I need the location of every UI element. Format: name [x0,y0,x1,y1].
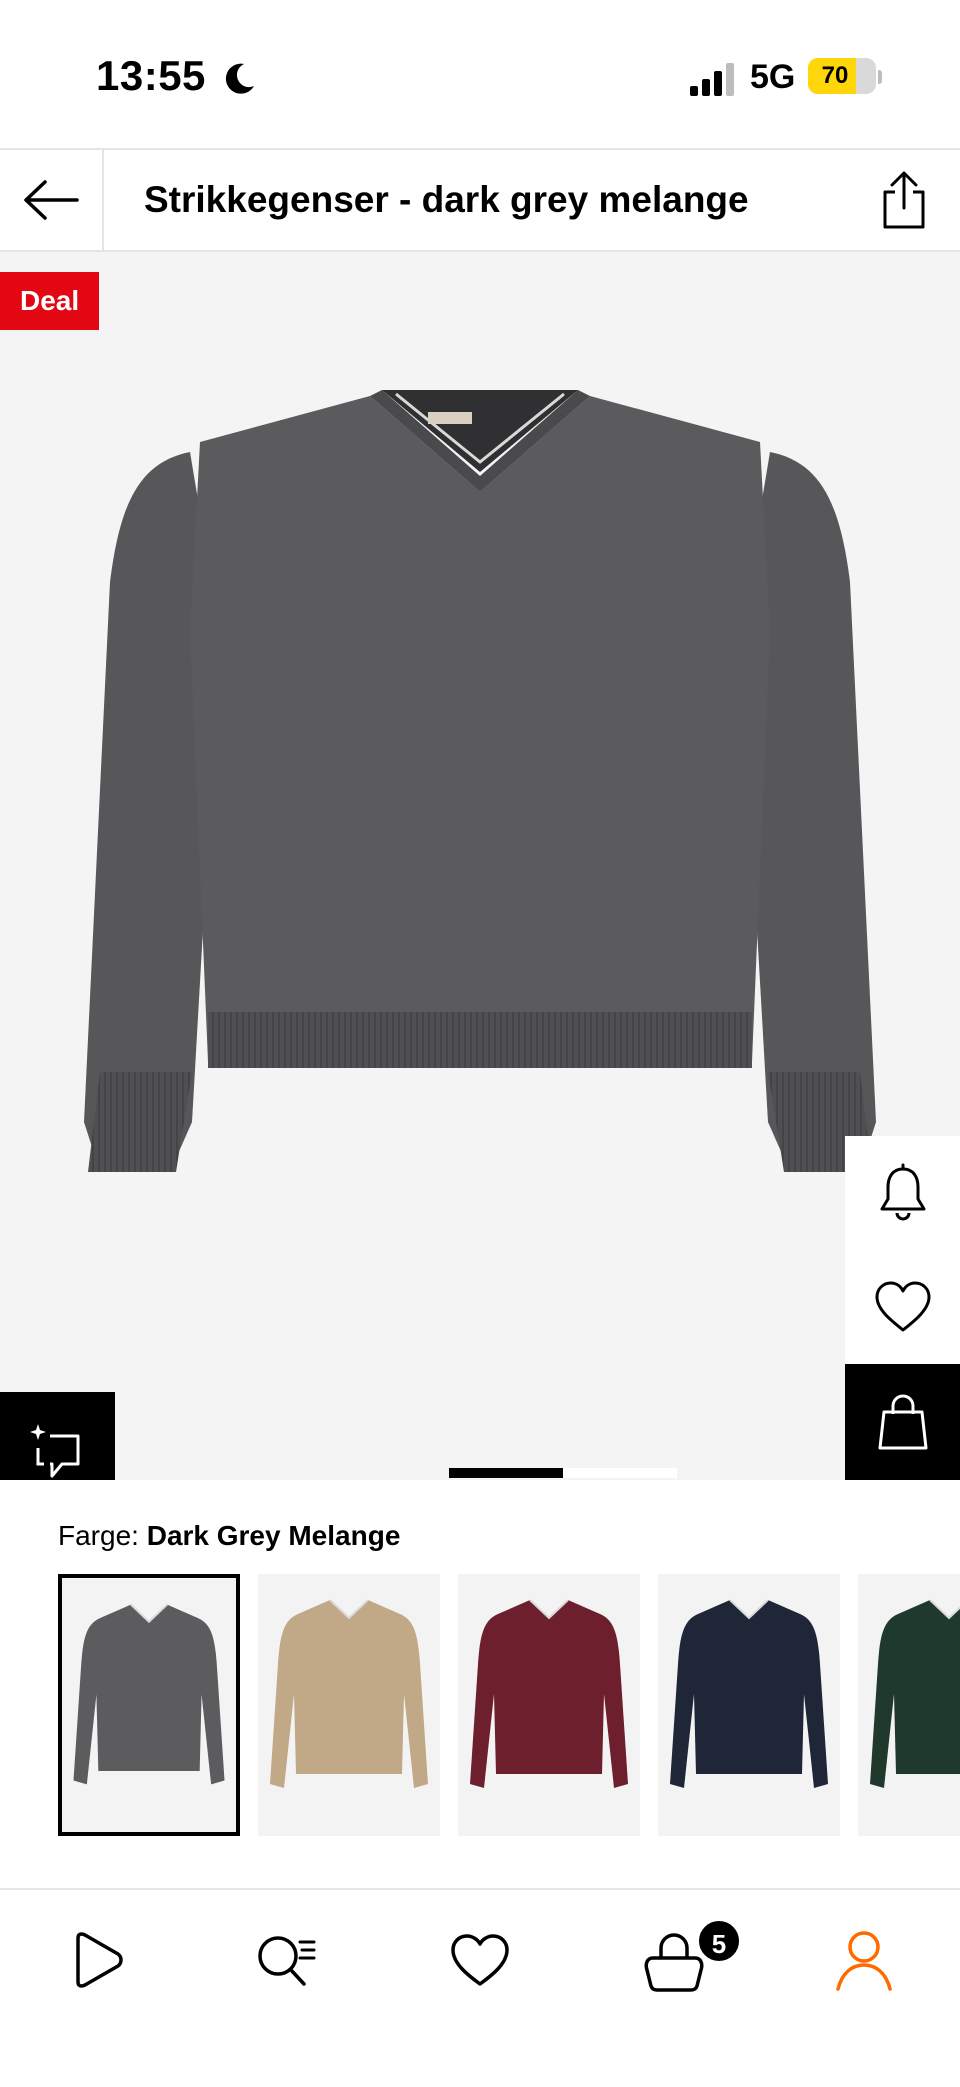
swatch-sweater-image [73,1603,225,1785]
deal-badge: Deal [0,272,100,330]
notify-button[interactable] [845,1136,960,1250]
pager-segment [677,1468,787,1478]
wishlist-icon [451,1934,509,1986]
bag-icon [878,1394,927,1450]
share-icon [883,171,925,229]
add-to-bag-button[interactable] [845,1364,960,1480]
nav-wishlist[interactable] [440,1920,520,2000]
color-label: Farge: Dark Grey Melange [58,1520,400,1552]
profile-icon [836,1931,892,1991]
status-time: 13:55 [96,52,206,99]
selected-color-name: Dark Grey Melange [146,1520,401,1551]
share-button[interactable] [872,168,936,232]
sweater-image [84,390,876,1172]
heart-icon [875,1281,930,1332]
color-swatches [0,1574,960,1836]
swatch-sweater-image [870,1599,960,1788]
pager-segment [563,1468,677,1478]
color-swatch[interactable] [258,1574,440,1836]
battery-level: 70 [821,62,849,89]
cart-count-badge: 5 [696,1918,742,1964]
nav-search[interactable] [246,1920,326,2000]
back-button[interactable] [0,150,104,250]
nav-home[interactable] [56,1920,136,2000]
color-swatch[interactable] [458,1574,640,1836]
home-icon [76,1932,123,1988]
swatch-sweater-image [670,1599,828,1788]
battery-icon: 70 [808,58,876,94]
color-swatch[interactable] [58,1574,240,1836]
bell-icon [880,1163,925,1221]
network-label: 5G [750,58,796,96]
color-label-prefix: Farge: [58,1520,139,1551]
arrow-left-icon [24,180,79,220]
header: Strikkegenser - dark grey melange [0,148,960,252]
status-bar: 13:55 5G 70 [0,0,960,148]
color-swatch[interactable] [658,1574,840,1836]
find-similar-button[interactable] [0,1392,115,1480]
product-image[interactable]: Deal [0,252,960,1480]
search-icon [258,1936,316,1986]
moon-icon [225,63,254,94]
swatch-sweater-image [470,1599,628,1788]
bottom-nav: 5 [0,1888,960,2087]
page-title: Strikkegenser - dark grey melange [144,179,749,220]
color-swatch[interactable] [858,1574,960,1836]
side-actions [845,1136,960,1480]
signal-icon [690,63,734,96]
wishlist-button[interactable] [845,1250,960,1364]
image-pager [0,1468,960,1480]
nav-profile[interactable] [824,1920,904,2000]
battery-cap [878,70,882,84]
swatch-sweater-image [270,1599,428,1788]
pager-segment [449,1468,563,1478]
product-page: 13:55 5G 70 Strikkegenser - dark grey me… [0,0,960,2087]
